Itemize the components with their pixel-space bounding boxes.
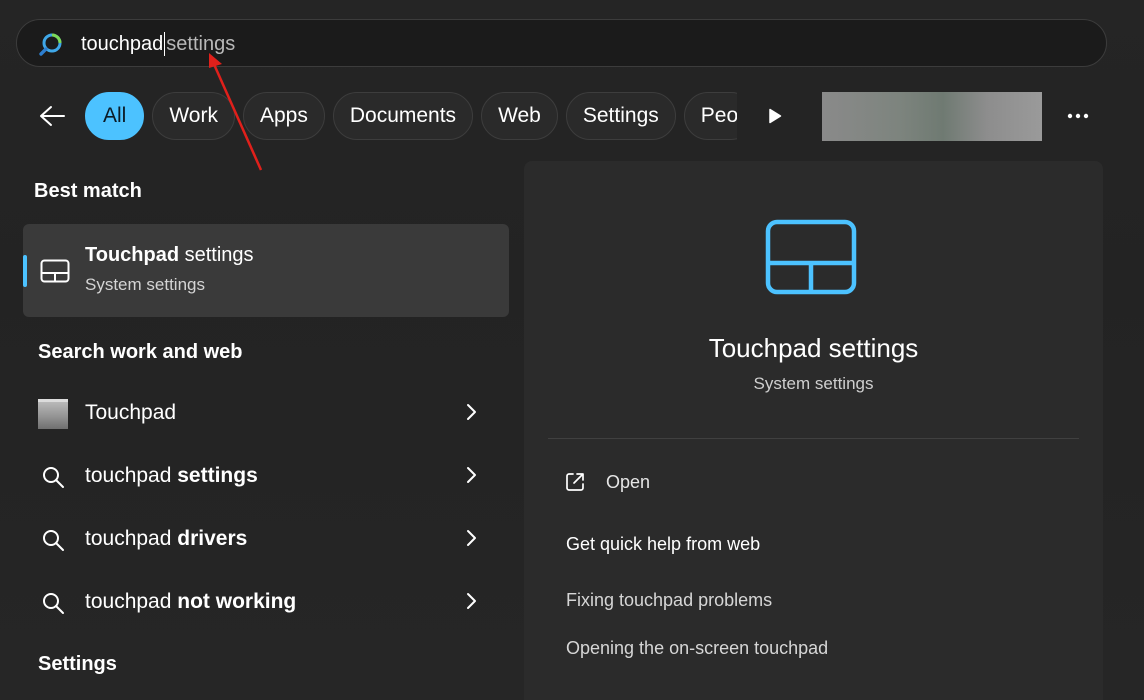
details-subtitle: System settings — [753, 374, 874, 393]
more-icon — [1067, 113, 1089, 119]
best-match-title-rest: settings — [179, 244, 254, 266]
search-icon — [43, 530, 64, 551]
list-item[interactable]: Touchpad — [23, 385, 509, 441]
tab-label: Documents — [349, 104, 457, 127]
best-match-title-bold: Touchpad — [85, 244, 180, 266]
search-logo-icon — [39, 33, 62, 56]
tab-documents[interactable]: Documents — [332, 92, 474, 140]
open-button[interactable]: Open — [564, 467, 650, 497]
search-icon — [43, 593, 64, 614]
divider — [548, 438, 1079, 439]
touchpad-icon — [40, 259, 70, 283]
search-icon — [43, 467, 64, 488]
help-link[interactable]: Opening the on-screen touchpad — [566, 638, 828, 659]
help-link[interactable]: Fixing touchpad problems — [566, 590, 772, 611]
help-heading: Get quick help from web — [566, 534, 761, 554]
settings-heading: Settings — [38, 653, 117, 675]
list-item-label: touchpad drivers — [85, 527, 247, 551]
list-item[interactable]: touchpad drivers — [23, 511, 509, 567]
tab-label: Peo — [700, 104, 737, 127]
list-item-text: Touchpad — [85, 401, 177, 424]
tab-all[interactable]: All — [85, 92, 145, 140]
chevron-right-icon — [467, 593, 476, 609]
selection-indicator — [23, 255, 27, 287]
play-icon — [769, 108, 782, 124]
chevron-right-icon — [467, 530, 476, 546]
best-match-card[interactable]: Touchpad settings System settings — [23, 224, 509, 317]
more-options-button[interactable] — [1058, 100, 1098, 132]
tab-work[interactable]: Work — [152, 92, 235, 140]
list-item-label: Touchpad — [85, 401, 176, 425]
tab-people[interactable]: Peo — [683, 92, 737, 140]
list-item-text-bold: drivers — [177, 527, 248, 550]
tab-label: Work — [169, 104, 218, 127]
chevron-right-icon — [467, 404, 476, 420]
tab-label: Settings — [582, 104, 659, 127]
search-bar[interactable]: touchpad settings — [16, 19, 1107, 67]
list-item-text-bold: not working — [177, 590, 297, 613]
search-work-web-heading: Search work and web — [38, 341, 243, 363]
thumbnail-icon — [38, 399, 68, 429]
list-item-text: touchpad — [85, 464, 178, 487]
tab-label: Apps — [259, 104, 308, 127]
tab-label: All — [103, 104, 127, 127]
search-input[interactable]: touchpad settings — [81, 32, 235, 56]
details-title: Touchpad settings — [708, 333, 919, 363]
scroll-tabs-button[interactable] — [760, 100, 790, 132]
tab-settings[interactable]: Settings — [565, 92, 676, 140]
best-match-subtitle: System settings — [85, 275, 205, 294]
back-arrow-icon — [40, 106, 65, 126]
list-item-label: touchpad not working — [85, 590, 296, 614]
list-item-text: touchpad — [85, 590, 178, 613]
list-item-text: touchpad — [85, 527, 178, 550]
tab-apps[interactable]: Apps — [242, 92, 325, 140]
back-button[interactable] — [32, 96, 72, 136]
best-match-heading: Best match — [34, 180, 142, 202]
tab-label: Web — [498, 104, 541, 127]
list-item-label: touchpad settings — [85, 464, 258, 488]
open-external-icon — [566, 473, 584, 491]
list-item[interactable]: touchpad not working — [23, 574, 509, 630]
text-caret — [164, 32, 166, 56]
details-panel: Touchpad settings System settings Open G… — [524, 161, 1103, 700]
search-typed-text: touchpad — [81, 33, 164, 55]
blurred-profile-area — [822, 92, 1042, 141]
search-suggestion-text: settings — [166, 33, 236, 55]
chevron-right-icon — [467, 467, 476, 483]
filter-tabs: All Work Apps Documents Web Settings Peo — [85, 92, 737, 140]
tab-web[interactable]: Web — [481, 92, 558, 140]
open-label: Open — [606, 471, 651, 492]
list-item[interactable]: touchpad settings — [23, 448, 509, 504]
touchpad-icon — [765, 219, 857, 295]
best-match-title: Touchpad settings — [85, 244, 254, 267]
list-item-text-bold: settings — [177, 464, 258, 487]
